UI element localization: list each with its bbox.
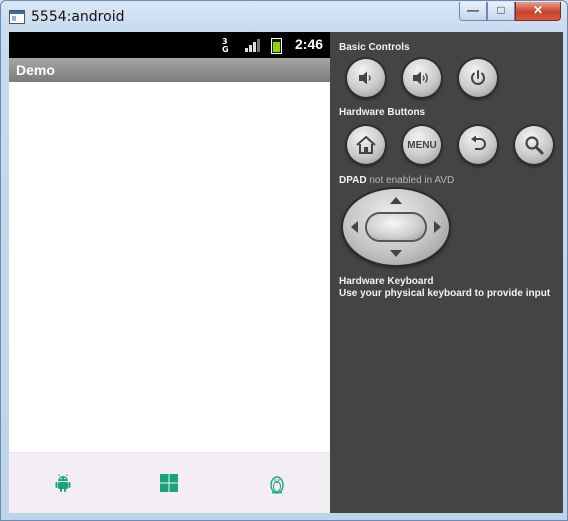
title-bar[interactable]: 5554:android — □ ✕ <box>1 1 567 31</box>
hardware-keyboard-label: Hardware Keyboard <box>339 276 434 287</box>
content-area <box>9 82 330 454</box>
window-app-icon <box>9 10 25 24</box>
minimize-icon: — <box>467 3 479 17</box>
back-button[interactable] <box>459 126 497 164</box>
home-icon <box>356 136 376 154</box>
dpad-down-icon[interactable] <box>390 250 402 257</box>
hardware-buttons-label: Hardware Buttons <box>339 107 426 118</box>
back-icon <box>471 135 486 150</box>
battery-icon <box>271 38 282 54</box>
volume-down-button[interactable] <box>347 59 385 97</box>
maximize-button[interactable]: □ <box>487 2 515 21</box>
android-icon[interactable] <box>53 473 73 493</box>
menu-button[interactable]: MENU <box>403 126 441 164</box>
phone-screen[interactable]: 3G 2:46 Demo <box>9 32 330 513</box>
search-icon <box>525 136 544 155</box>
maximize-icon: □ <box>497 3 505 17</box>
dpad[interactable] <box>343 189 449 265</box>
status-time: 2:46 <box>295 36 324 52</box>
power-icon <box>471 70 485 85</box>
close-button[interactable]: ✕ <box>515 2 561 21</box>
status-bar: 3G 2:46 <box>9 32 330 58</box>
dpad-center-button[interactable] <box>367 214 425 240</box>
penguin-icon[interactable] <box>267 473 287 494</box>
bottom-navigation <box>9 452 330 513</box>
emulator-controls: Basic Controls Hardware Buttons MENU DPA… <box>330 32 563 513</box>
search-button[interactable] <box>515 126 553 164</box>
dpad-label: DPAD not enabled in AVD <box>339 175 455 186</box>
network-type: 3G <box>222 37 229 54</box>
app-title: Demo <box>16 62 55 78</box>
close-icon: ✕ <box>532 3 544 17</box>
signal-icon <box>245 39 261 52</box>
dpad-left-icon[interactable] <box>351 221 358 233</box>
windows-icon[interactable] <box>159 473 179 493</box>
dpad-note: not enabled in AVD <box>369 175 455 186</box>
home-button[interactable] <box>347 126 385 164</box>
emulator-window: 5554:android — □ ✕ 3G 2:46 Demo Basic Co… <box>0 0 568 521</box>
minimize-button[interactable]: — <box>459 2 487 21</box>
action-bar: Demo <box>9 58 330 82</box>
menu-button-label: MENU <box>407 139 437 151</box>
power-button[interactable] <box>459 59 497 97</box>
window-controls: — □ ✕ <box>459 2 561 21</box>
dpad-up-icon[interactable] <box>390 197 402 204</box>
dpad-right-icon[interactable] <box>434 221 441 233</box>
volume-down-icon <box>359 71 371 85</box>
hardware-keyboard-note: Use your physical keyboard to provide in… <box>339 288 551 299</box>
volume-up-icon <box>413 71 428 85</box>
basic-controls-label: Basic Controls <box>339 42 410 53</box>
window-title: 5554:android <box>31 9 125 25</box>
volume-up-button[interactable] <box>403 59 441 97</box>
